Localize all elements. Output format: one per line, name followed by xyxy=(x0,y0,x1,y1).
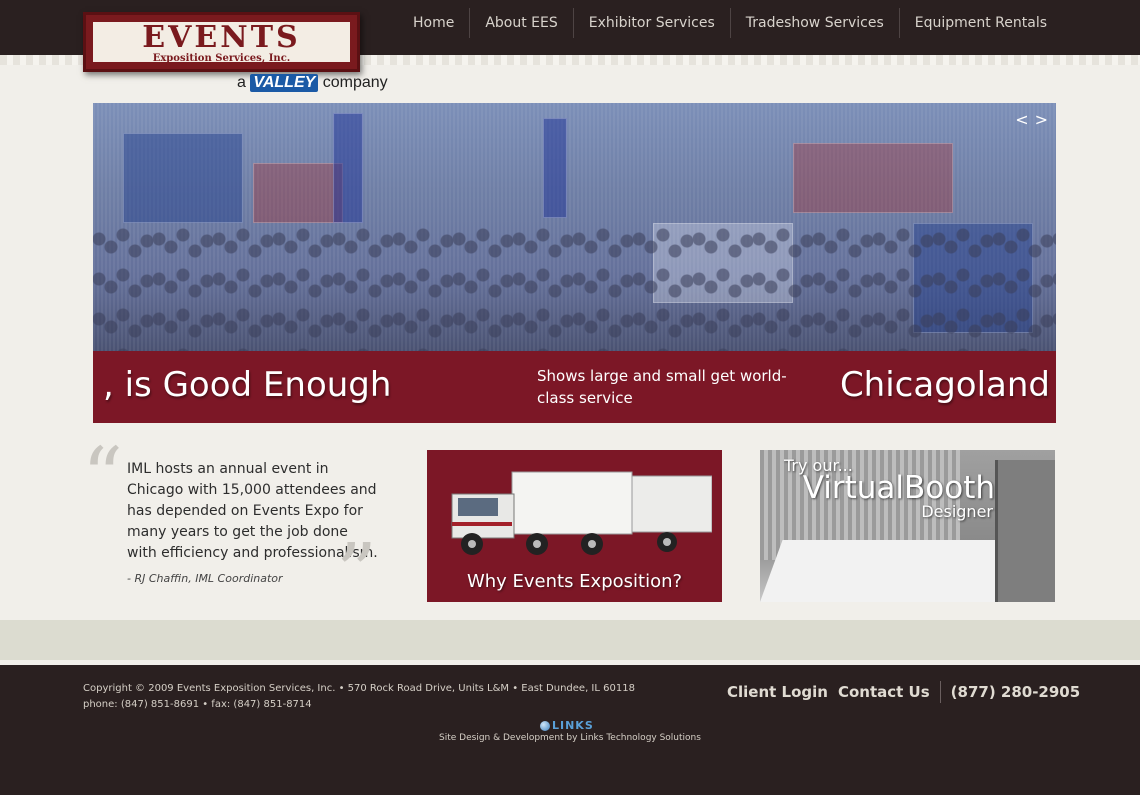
hero-slider[interactable]: < > , is Good Enough Shows large and sma… xyxy=(93,103,1056,423)
footer-phone-fax: phone: (847) 851-8691 • fax: (847) 851-8… xyxy=(83,699,312,710)
vb-designer: Designer xyxy=(921,502,993,521)
lower-band xyxy=(0,620,1140,660)
contact-us-link[interactable]: Contact Us xyxy=(838,683,930,701)
close-quote-icon: ” xyxy=(336,526,377,619)
why-events-promo[interactable]: Why Events Exposition? xyxy=(427,450,722,602)
valley-tagline: a VALLEY company xyxy=(237,74,388,92)
nav-about-ees[interactable]: About EES xyxy=(469,8,572,38)
testimonial-author: - RJ Chaffin, IML Coordinator xyxy=(127,572,283,585)
slider-next-arrow[interactable]: > xyxy=(1035,110,1048,129)
tradeshow-floor-photo xyxy=(93,103,1056,351)
nav-home[interactable]: Home xyxy=(398,8,469,38)
main-nav: Home About EES Exhibitor Services Trades… xyxy=(398,8,1062,38)
site-footer: Copyright © 2009 Events Exposition Servi… xyxy=(0,665,1140,795)
slider-prev-arrow[interactable]: < xyxy=(1015,110,1028,129)
nav-tradeshow-services[interactable]: Tradeshow Services xyxy=(729,8,899,38)
caption-middle-text: Shows large and small get world-class se… xyxy=(537,367,787,407)
footer-address: Copyright © 2009 Events Exposition Servi… xyxy=(83,681,635,713)
slider-controls: < > xyxy=(1015,110,1048,129)
footer-divider xyxy=(939,681,941,703)
truck-image xyxy=(451,471,712,555)
logo-title: EVENTS xyxy=(142,20,301,55)
client-login-link[interactable]: Client Login xyxy=(727,683,828,701)
links-logo[interactable]: LINKS xyxy=(540,719,594,732)
logo-subtitle: Exposition Services, Inc. xyxy=(152,53,291,64)
links-globe-icon xyxy=(540,721,550,731)
footer-links: Client Login Contact Us (877) 280-2905 xyxy=(727,681,1080,703)
virtualbooth-promo[interactable]: Try our... VirtualBooth Designer xyxy=(760,450,1055,602)
valley-logo: VALLEY xyxy=(250,74,319,92)
footer-phone: (877) 280-2905 xyxy=(950,683,1081,701)
caption-right-text: Chicagoland xyxy=(839,365,1050,405)
footer-copyright: Copyright © 2009 Events Exposition Servi… xyxy=(83,683,635,694)
vb-title: VirtualBooth xyxy=(802,470,995,506)
site-credits: Site Design & Development by Links Techn… xyxy=(439,733,701,743)
site-logo[interactable]: EVENTS Exposition Services, Inc. xyxy=(83,12,360,72)
slide-caption-bar: , is Good Enough Shows large and small g… xyxy=(93,351,1056,423)
open-quote-icon: “ xyxy=(82,430,123,523)
caption-left-text: , is Good Enough xyxy=(103,365,392,405)
nav-equipment-rentals[interactable]: Equipment Rentals xyxy=(898,8,1062,38)
why-events-label: Why Events Exposition? xyxy=(466,571,683,592)
nav-exhibitor-services[interactable]: Exhibitor Services xyxy=(572,8,730,38)
